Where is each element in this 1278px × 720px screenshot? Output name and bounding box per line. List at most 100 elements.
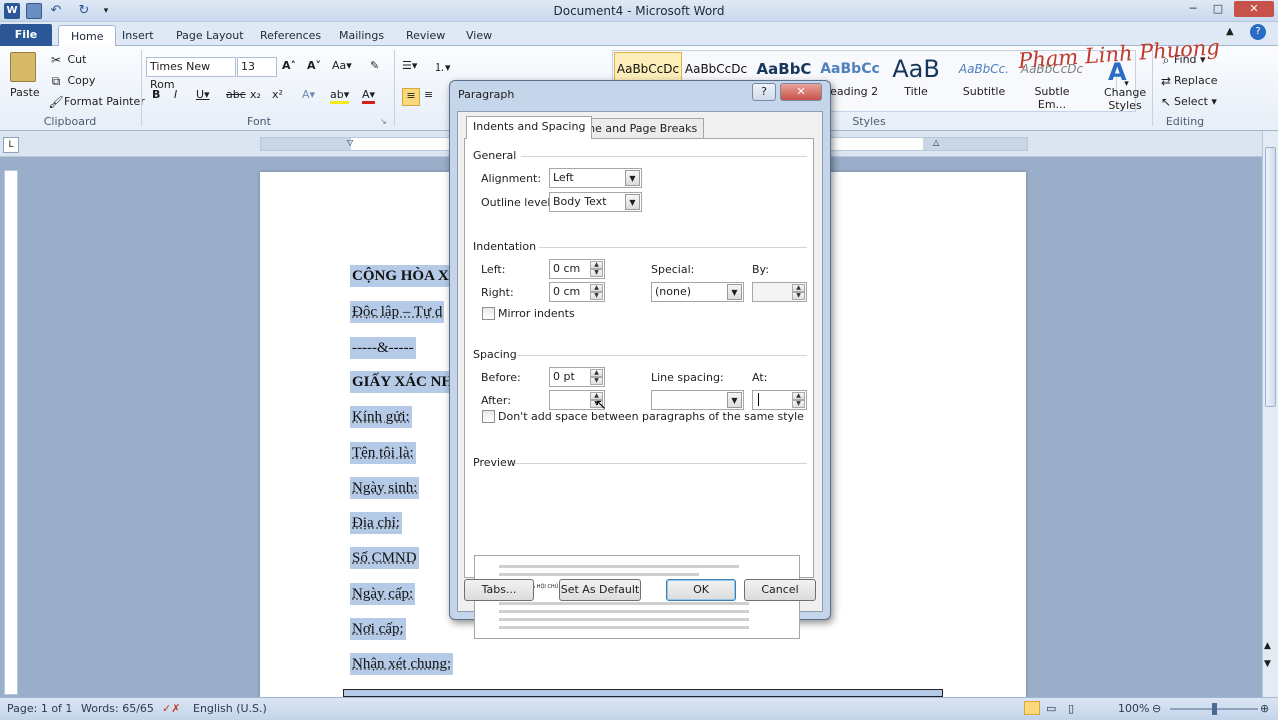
scroll-up-icon[interactable]: ▲ <box>1264 641 1271 651</box>
bullets-icon[interactable]: ☰▾ <box>402 59 417 72</box>
cut-button[interactable]: ✂ Cut <box>48 52 87 68</box>
doc-line[interactable]: GIẤY XÁC NH <box>350 371 456 393</box>
superscript-icon[interactable]: x² <box>272 88 283 101</box>
bold-icon[interactable]: B <box>152 88 160 101</box>
print-layout-icon[interactable] <box>1024 701 1040 715</box>
tab-review[interactable]: Review <box>394 25 457 46</box>
tabs-button[interactable]: Tabs... <box>464 579 534 601</box>
doc-line[interactable]: Số CMND <box>350 547 419 569</box>
minimize-button[interactable]: ─ <box>1182 1 1204 17</box>
first-line-indent-marker[interactable]: ▽ <box>347 138 353 147</box>
ok-button[interactable]: OK <box>666 579 736 601</box>
font-dialog-launcher-icon[interactable]: ↘ <box>380 117 387 126</box>
align-center-icon[interactable]: ≡ <box>424 88 433 101</box>
doc-line[interactable]: -----&----- <box>350 337 416 359</box>
zoom-in-icon[interactable]: ⊕ <box>1260 702 1269 715</box>
tab-selector-icon[interactable]: L <box>3 137 19 153</box>
by-input[interactable]: ▲ ▼ <box>752 282 807 302</box>
scroll-down-icon[interactable]: ▼ <box>1264 659 1271 669</box>
doc-line[interactable]: Địa chỉ: <box>350 512 402 534</box>
style-subtitle[interactable]: AaBbCc. Subtitle <box>950 52 1018 110</box>
tab-indents-spacing[interactable]: Indents and Spacing <box>466 116 593 139</box>
page-count[interactable]: Page: 1 of 1 <box>7 702 72 715</box>
doc-line[interactable]: Nhận xét chung: <box>350 653 454 675</box>
spin-up-icon[interactable]: ▲ <box>792 392 805 400</box>
proofing-icon[interactable]: ✓✗ <box>162 702 180 715</box>
copy-button[interactable]: ⧉ Copy <box>48 73 96 89</box>
doc-line[interactable]: Kính gửi: <box>350 406 412 428</box>
set-as-default-button[interactable]: Set As Default <box>559 579 641 601</box>
zoom-level[interactable]: 100% <box>1118 702 1149 715</box>
format-painter-button[interactable]: 🖌Format Painter <box>48 94 144 110</box>
clear-format-icon[interactable]: ✎ <box>370 59 379 72</box>
tab-mailings[interactable]: Mailings <box>327 25 396 46</box>
spin-down-icon[interactable]: ▼ <box>792 292 805 300</box>
spin-up-icon[interactable]: ▲ <box>590 284 603 292</box>
close-button[interactable]: ✕ <box>1234 1 1274 17</box>
change-styles-button[interactable]: Change Styles <box>1104 86 1146 112</box>
replace-button[interactable]: ⇄ Replace <box>1158 73 1218 89</box>
grow-font-icon[interactable]: A˄ <box>282 59 296 72</box>
language-indicator[interactable]: English (U.S.) <box>193 702 267 715</box>
maximize-button[interactable]: □ <box>1207 1 1229 17</box>
numbering-icon[interactable]: ⒈▾ <box>434 59 451 75</box>
doc-line[interactable]: Độc lập – Tự d <box>350 301 445 323</box>
mirror-indents-checkbox[interactable] <box>482 307 495 320</box>
doc-line[interactable]: Nơi cấp: <box>350 618 406 640</box>
before-input[interactable]: 0 pt ▲ ▼ <box>549 367 605 387</box>
doc-line[interactable]: Tên tôi là: <box>350 442 416 464</box>
doc-line[interactable]: Ngày sinh: <box>350 477 420 499</box>
indent-left-input[interactable]: 0 cm ▲ ▼ <box>549 259 605 279</box>
spin-up-icon[interactable]: ▲ <box>792 284 805 292</box>
dialog-help-button[interactable]: ? <box>752 83 776 101</box>
font-size-combo[interactable]: 13 <box>237 57 277 77</box>
text-effects-icon[interactable]: A▾ <box>302 88 315 101</box>
spin-down-icon[interactable]: ▼ <box>590 269 603 277</box>
italic-icon[interactable]: I <box>174 88 177 101</box>
dialog-close-button[interactable]: ✕ <box>780 83 822 101</box>
alignment-select[interactable]: Left ▼ <box>549 168 642 188</box>
outline-level-select[interactable]: Body Text ▼ <box>549 192 642 212</box>
tab-home[interactable]: Home <box>58 25 117 46</box>
strikethrough-icon[interactable]: abc <box>226 88 246 101</box>
style-title[interactable]: AaB Title <box>882 52 950 110</box>
line-spacing-select[interactable]: ▼ <box>651 390 744 410</box>
align-left-icon[interactable]: ≡ <box>402 88 420 106</box>
table-top-edge[interactable] <box>343 689 943 697</box>
change-case-icon[interactable]: Aa▾ <box>332 59 352 72</box>
shrink-font-icon[interactable]: A˅ <box>307 59 321 72</box>
help-icon[interactable]: ? <box>1250 24 1266 40</box>
spin-up-icon[interactable]: ▲ <box>590 261 603 269</box>
spin-down-icon[interactable]: ▼ <box>590 377 603 385</box>
subscript-icon[interactable]: x₂ <box>250 88 261 101</box>
full-screen-icon[interactable]: ▭ <box>1046 702 1056 715</box>
paste-icon[interactable] <box>10 52 36 82</box>
select-button[interactable]: ↖ Select ▾ <box>1158 94 1217 110</box>
web-layout-icon[interactable]: ▯ <box>1068 702 1074 715</box>
tab-references[interactable]: References <box>248 25 333 46</box>
scrollbar-thumb[interactable] <box>1265 147 1276 407</box>
font-name-combo[interactable]: Times New Rom <box>146 57 236 91</box>
doc-line[interactable]: CỘNG HÒA XÃ <box>350 265 462 287</box>
tab-file[interactable]: File <box>0 24 52 46</box>
word-count[interactable]: Words: 65/65 <box>81 702 154 715</box>
underline-icon[interactable]: U▾ <box>196 88 210 101</box>
spin-up-icon[interactable]: ▲ <box>590 369 603 377</box>
vertical-scrollbar[interactable]: ▲ ▼ <box>1262 131 1278 697</box>
vertical-ruler[interactable] <box>4 170 18 695</box>
zoom-out-icon[interactable]: ⊖ <box>1152 702 1161 715</box>
paste-button[interactable]: Paste <box>10 86 40 99</box>
spin-down-icon[interactable]: ▼ <box>590 292 603 300</box>
dont-add-space-checkbox[interactable] <box>482 410 495 423</box>
tab-view[interactable]: View <box>454 25 504 46</box>
highlight-icon[interactable]: ab▾ <box>330 88 350 104</box>
zoom-slider-thumb[interactable] <box>1212 703 1217 715</box>
collapse-ribbon-icon[interactable]: ▲ <box>1226 26 1234 37</box>
spin-down-icon[interactable]: ▼ <box>792 400 805 408</box>
tab-page-layout[interactable]: Page Layout <box>164 25 256 46</box>
indent-right-input[interactable]: 0 cm ▲ ▼ <box>549 282 605 302</box>
font-color-icon[interactable]: A▾ <box>362 88 376 104</box>
doc-line[interactable]: Ngày cấp: <box>350 583 416 605</box>
cancel-button[interactable]: Cancel <box>744 579 816 601</box>
at-input[interactable]: ▲ ▼ <box>752 390 807 410</box>
